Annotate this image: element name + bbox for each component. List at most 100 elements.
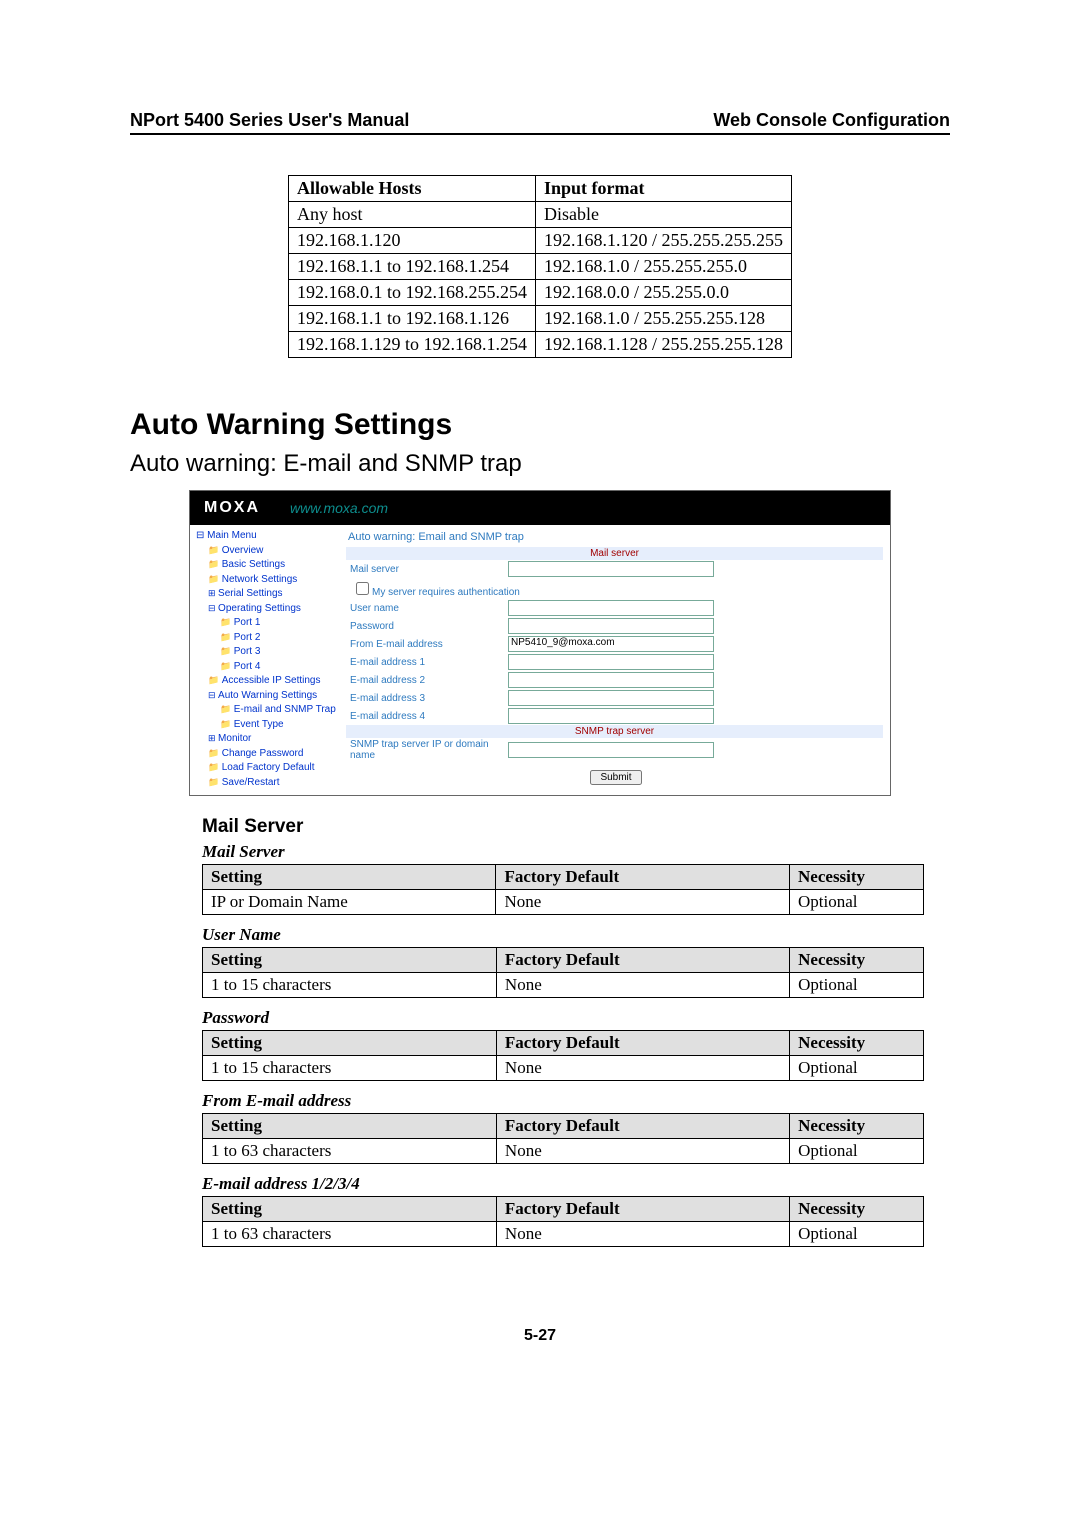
settings-header-cell: Necessity bbox=[790, 865, 924, 890]
screenshot-content: Auto warning: Email and SNMP trap Mail s… bbox=[342, 525, 890, 795]
settings-header-cell: Setting bbox=[203, 1114, 497, 1139]
tree-item[interactable]: Auto Warning Settings bbox=[192, 689, 340, 704]
table-row: 1 to 63 charactersNoneOptional bbox=[203, 1222, 924, 1247]
tree-item[interactable]: Operating Settings bbox=[192, 602, 340, 617]
snmp-input[interactable] bbox=[508, 742, 714, 758]
settings-cell: 1 to 63 characters bbox=[203, 1222, 497, 1247]
tree-item[interactable]: Port 4 bbox=[192, 660, 340, 675]
tree-item[interactable]: Port 2 bbox=[192, 631, 340, 646]
setting-group-title: E-mail address 1/2/3/4 bbox=[202, 1174, 950, 1194]
mail-server-heading: Mail Server bbox=[202, 816, 950, 838]
table-row: 192.168.1.120192.168.1.120 / 255.255.255… bbox=[288, 228, 791, 254]
settings-cell: None bbox=[496, 973, 789, 998]
tree-item[interactable]: Serial Settings bbox=[192, 587, 340, 602]
form-label: E-mail address 3 bbox=[346, 689, 504, 707]
hosts-cell: 192.168.0.0 / 255.255.0.0 bbox=[536, 280, 792, 306]
settings-table: SettingFactory DefaultNecessity1 to 15 c… bbox=[202, 947, 924, 998]
settings-header-cell: Necessity bbox=[790, 948, 924, 973]
screenshot-header: MOXA www.moxa.com bbox=[190, 491, 890, 525]
section-title: Auto Warning Settings bbox=[130, 408, 950, 442]
page-header: NPort 5400 Series User's Manual Web Cons… bbox=[130, 110, 950, 135]
settings-cell: IP or Domain Name bbox=[203, 890, 496, 915]
settings-header-cell: Factory Default bbox=[496, 1197, 789, 1222]
form-input[interactable] bbox=[508, 654, 714, 670]
table-row: 192.168.1.129 to 192.168.1.254192.168.1.… bbox=[288, 332, 791, 358]
snmp-label: SNMP trap server IP or domain name bbox=[346, 738, 504, 762]
setting-group-title: Mail Server bbox=[202, 842, 950, 862]
settings-table: SettingFactory DefaultNecessity1 to 63 c… bbox=[202, 1113, 924, 1164]
settings-header-cell: Necessity bbox=[790, 1031, 924, 1056]
page-number: 5-27 bbox=[130, 1327, 950, 1345]
settings-cell: 1 to 15 characters bbox=[203, 973, 497, 998]
tree-item[interactable]: Port 3 bbox=[192, 645, 340, 660]
settings-table: SettingFactory DefaultNecessity1 to 63 c… bbox=[202, 1196, 924, 1247]
hosts-cell: 192.168.1.0 / 255.255.255.0 bbox=[536, 254, 792, 280]
form-label: Mail server bbox=[346, 560, 504, 578]
form-input[interactable] bbox=[508, 708, 714, 724]
form-label: E-mail address 2 bbox=[346, 671, 504, 689]
hosts-cell: Any host bbox=[288, 202, 535, 228]
header-left: NPort 5400 Series User's Manual bbox=[130, 110, 409, 131]
table-row: IP or Domain NameNoneOptional bbox=[203, 890, 924, 915]
table-row: Any hostDisable bbox=[288, 202, 791, 228]
nav-tree: Main MenuOverviewBasic SettingsNetwork S… bbox=[190, 525, 342, 795]
settings-cell: None bbox=[496, 1056, 789, 1081]
web-console-screenshot: MOXA www.moxa.com Main MenuOverviewBasic… bbox=[189, 490, 891, 796]
tree-item[interactable]: Network Settings bbox=[192, 573, 340, 588]
submit-button[interactable]: Submit bbox=[590, 770, 641, 785]
header-right: Web Console Configuration bbox=[713, 110, 950, 131]
subsection-title: Auto warning: E-mail and SNMP trap bbox=[130, 450, 950, 478]
setting-group-title: User Name bbox=[202, 925, 950, 945]
hosts-header-cell: Allowable Hosts bbox=[288, 176, 535, 202]
settings-header-cell: Factory Default bbox=[496, 948, 789, 973]
auth-checkbox-row: My server requires authentication bbox=[346, 578, 883, 599]
table-row: 1 to 63 charactersNoneOptional bbox=[203, 1139, 924, 1164]
table-row: 192.168.0.1 to 192.168.255.254192.168.0.… bbox=[288, 280, 791, 306]
tree-item[interactable]: Save/Restart bbox=[192, 776, 340, 791]
tree-item[interactable]: Accessible IP Settings bbox=[192, 674, 340, 689]
setting-group-title: From E-mail address bbox=[202, 1091, 950, 1111]
allowable-hosts-table: Allowable HostsInput format Any hostDisa… bbox=[288, 175, 792, 358]
settings-cell: None bbox=[496, 1139, 789, 1164]
table-row: 192.168.1.1 to 192.168.1.254192.168.1.0 … bbox=[288, 254, 791, 280]
settings-header-cell: Necessity bbox=[790, 1197, 924, 1222]
settings-header-cell: Setting bbox=[203, 1197, 497, 1222]
hosts-cell: 192.168.1.1 to 192.168.1.126 bbox=[288, 306, 535, 332]
settings-header-cell: Factory Default bbox=[496, 1031, 789, 1056]
tree-item[interactable]: Overview bbox=[192, 544, 340, 559]
tree-item[interactable]: Port 1 bbox=[192, 616, 340, 631]
auth-checkbox[interactable] bbox=[356, 582, 369, 595]
tree-item[interactable]: Change Password bbox=[192, 747, 340, 762]
form-input[interactable] bbox=[508, 618, 714, 634]
moxa-logo: MOXA bbox=[204, 499, 260, 517]
settings-cell: 1 to 15 characters bbox=[203, 1056, 497, 1081]
tree-item[interactable]: E-mail and SNMP Trap bbox=[192, 703, 340, 718]
moxa-url: www.moxa.com bbox=[290, 500, 388, 516]
tree-item[interactable]: Monitor bbox=[192, 732, 340, 747]
settings-table: SettingFactory DefaultNecessity 1 to 15 c… bbox=[202, 1030, 924, 1081]
form-input[interactable] bbox=[508, 600, 714, 616]
form-input[interactable] bbox=[508, 672, 714, 688]
settings-cell: Optional bbox=[790, 1139, 924, 1164]
settings-header-cell: Setting bbox=[203, 1031, 497, 1056]
tree-item[interactable]: Main Menu bbox=[192, 529, 340, 544]
table-row: 192.168.1.1 to 192.168.1.126192.168.1.0 … bbox=[288, 306, 791, 332]
settings-header-cell: Factory Default bbox=[496, 1114, 789, 1139]
hosts-cell: 192.168.1.120 / 255.255.255.255 bbox=[536, 228, 792, 254]
form-label: E-mail address 1 bbox=[346, 653, 504, 671]
form-label: E-mail address 4 bbox=[346, 707, 504, 725]
tree-item[interactable]: Load Factory Default bbox=[192, 761, 340, 776]
content-title: Auto warning: Email and SNMP trap bbox=[342, 527, 890, 547]
form-input[interactable] bbox=[508, 561, 714, 577]
tree-item[interactable]: Basic Settings bbox=[192, 558, 340, 573]
table-row: 1 to 15 charactersNoneOptional bbox=[203, 973, 924, 998]
hosts-cell: 192.168.1.0 / 255.255.255.128 bbox=[536, 306, 792, 332]
form-input[interactable] bbox=[508, 690, 714, 706]
settings-header-cell: Necessity bbox=[790, 1114, 924, 1139]
settings-header-cell: Setting bbox=[203, 865, 496, 890]
hosts-cell: 192.168.1.1 to 192.168.1.254 bbox=[288, 254, 535, 280]
tree-item[interactable]: Event Type bbox=[192, 718, 340, 733]
form-input[interactable]: NP5410_9@moxa.com bbox=[508, 636, 714, 652]
form-label: User name bbox=[346, 599, 504, 617]
form-label: From E-mail address bbox=[346, 635, 504, 653]
